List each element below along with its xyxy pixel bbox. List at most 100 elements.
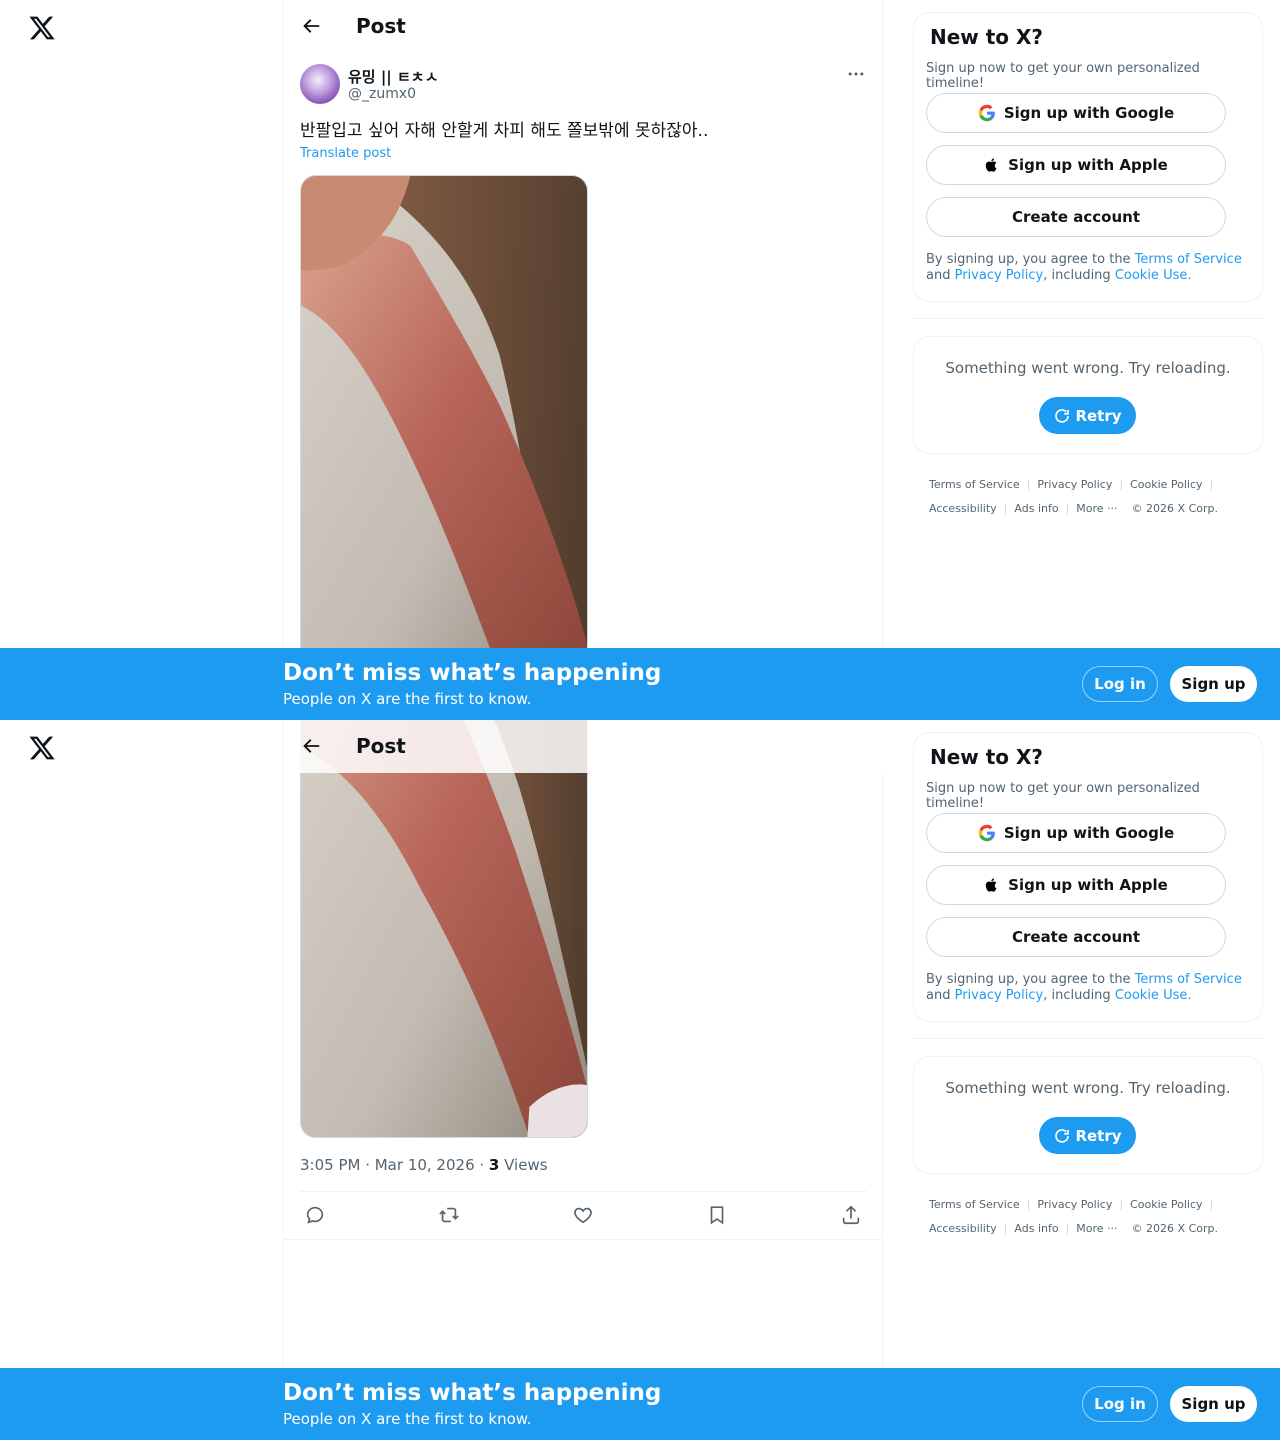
footer-ads-info[interactable]: Ads info (1014, 502, 1058, 515)
signup-google-label: Sign up with Google (1003, 104, 1175, 122)
refresh-icon (1055, 1128, 1070, 1143)
signup-google-button[interactable]: Sign up with Google (926, 813, 1226, 853)
banner-subtitle: People on X are the first to know. (283, 1410, 532, 1428)
cookie-use-link[interactable]: Cookie Use (1115, 988, 1188, 1003)
create-account-button[interactable]: Create account (926, 917, 1226, 957)
retry-label: Retry (1075, 406, 1122, 425)
footer-more[interactable]: More ··· (1076, 502, 1117, 515)
reply-icon[interactable] (304, 1204, 326, 1226)
error-message: Something went wrong. Try reloading. (945, 359, 1231, 377)
banner-title: Don’t miss what’s happening (283, 1380, 662, 1406)
avatar[interactable] (300, 64, 340, 104)
user-handle[interactable]: @_zumx0 (348, 86, 416, 102)
error-card: Something went wrong. Try reloading. Ret… (913, 1056, 1263, 1174)
apple-icon (985, 158, 997, 172)
bookmark-icon[interactable] (706, 1204, 728, 1226)
footer-copyright: © 2026 X Corp. (1131, 1222, 1218, 1235)
error-card: Something went wrong. Try reloading. Ret… (913, 336, 1263, 454)
primary-column: Post 3:05 PM · Mar 10, 2026 · 3 Views (283, 720, 883, 1440)
post-photo[interactable] (300, 175, 588, 675)
banner-subtitle: People on X are the first to know. (283, 690, 532, 708)
legal-text: By signing up, you agree to the Terms of… (926, 252, 1256, 284)
new-to-x-card: New to X? Sign up now to get your own pe… (913, 12, 1263, 302)
views-label: Views (499, 1156, 548, 1174)
footer-accessibility[interactable]: Accessibility (929, 502, 997, 515)
post-metadata: 3:05 PM · Mar 10, 2026 · 3 Views (300, 1156, 548, 1174)
primary-column: Post 유밍 || ㅌㅊㅅ @_zumx0 반팔입고 싶어 자해 안할게 차피… (283, 0, 883, 720)
retry-button[interactable]: Retry (1039, 1117, 1136, 1154)
page-title: Post (356, 14, 406, 38)
post-photo[interactable] (300, 720, 588, 1138)
signup-card-title: New to X? (930, 745, 1044, 769)
signup-card-subtitle: Sign up now to get your own personalized… (926, 781, 1200, 811)
bottom-signup-banner: Don’t miss what’s happening People on X … (0, 648, 1280, 720)
x-logo-icon[interactable] (28, 14, 56, 42)
legal-end: . (1187, 988, 1192, 1003)
legal-and: and (926, 268, 955, 283)
screen-frame-bottom: Post 3:05 PM · Mar 10, 2026 · 3 Views Ne… (0, 720, 1280, 1440)
legal-text: By signing up, you agree to the Terms of… (926, 972, 1256, 1004)
retry-button[interactable]: Retry (1039, 397, 1136, 434)
photo-content (301, 720, 587, 1137)
new-to-x-card: New to X? Sign up now to get your own pe… (913, 732, 1263, 1022)
share-icon[interactable] (840, 1204, 862, 1226)
signup-apple-button[interactable]: Sign up with Apple (926, 865, 1226, 905)
translate-post-link[interactable]: Translate post (300, 146, 391, 161)
repost-icon[interactable] (438, 1204, 460, 1226)
divider (284, 1239, 883, 1240)
legal-end: . (1187, 268, 1192, 283)
back-arrow-icon[interactable] (300, 15, 322, 37)
footer-ads-info[interactable]: Ads info (1014, 1222, 1058, 1235)
signup-button[interactable]: Sign up (1170, 1386, 1257, 1422)
footer-terms[interactable]: Terms of Service (929, 478, 1020, 491)
legal-including: , including (1043, 268, 1115, 283)
signup-google-label: Sign up with Google (1003, 824, 1175, 842)
footer-links: Terms of Service | Privacy Policy | Cookie P… (929, 478, 1218, 515)
footer-copyright: © 2026 X Corp. (1131, 502, 1218, 515)
footer-terms[interactable]: Terms of Service (929, 1198, 1020, 1211)
signup-apple-label: Sign up with Apple (1008, 156, 1168, 174)
post-header: Post (284, 720, 883, 773)
banner-title: Don’t miss what’s happening (283, 660, 662, 686)
footer-privacy[interactable]: Privacy Policy (1037, 1198, 1112, 1211)
signup-google-button[interactable]: Sign up with Google (926, 93, 1226, 133)
retry-label: Retry (1075, 1126, 1122, 1145)
footer-accessibility[interactable]: Accessibility (929, 1222, 997, 1235)
apple-icon (985, 878, 997, 892)
sidebar-divider (913, 318, 1263, 319)
login-button[interactable]: Log in (1082, 1386, 1158, 1422)
user-name[interactable]: 유밍 || ㅌㅊㅅ (348, 66, 438, 87)
post-header: Post (284, 0, 883, 53)
legal-including: , including (1043, 988, 1115, 1003)
page-title: Post (356, 734, 406, 758)
signup-card-subtitle: Sign up now to get your own personalized… (926, 61, 1200, 91)
legal-prefix: By signing up, you agree to the (926, 972, 1135, 987)
login-button[interactable]: Log in (1082, 666, 1158, 702)
terms-link[interactable]: Terms of Service (1135, 252, 1242, 267)
footer-privacy[interactable]: Privacy Policy (1037, 478, 1112, 491)
footer-links: Terms of Service | Privacy Policy | Cookie P… (929, 1198, 1218, 1235)
bottom-signup-banner: Don’t miss what’s happening People on X … (0, 1368, 1280, 1440)
cookie-use-link[interactable]: Cookie Use (1115, 268, 1188, 283)
legal-prefix: By signing up, you agree to the (926, 252, 1135, 267)
photo-content (301, 176, 587, 674)
signup-apple-button[interactable]: Sign up with Apple (926, 145, 1226, 185)
create-account-button[interactable]: Create account (926, 197, 1226, 237)
post-text: 반팔입고 싶어 자해 안할게 차피 해도 쫄보밖에 못하잖아.. (300, 121, 709, 141)
terms-link[interactable]: Terms of Service (1135, 972, 1242, 987)
footer-more[interactable]: More ··· (1076, 1222, 1117, 1235)
x-logo-icon[interactable] (28, 734, 56, 762)
more-options-icon[interactable] (846, 64, 866, 84)
screen-frame-top: Post 유밍 || ㅌㅊㅅ @_zumx0 반팔입고 싶어 자해 안할게 차피… (0, 0, 1280, 720)
post-timestamp[interactable]: 3:05 PM · Mar 10, 2026 · (300, 1156, 489, 1174)
back-arrow-icon[interactable] (300, 735, 322, 757)
footer-cookie[interactable]: Cookie Policy (1130, 478, 1202, 491)
privacy-link[interactable]: Privacy Policy (955, 268, 1044, 283)
legal-and: and (926, 988, 955, 1003)
footer-cookie[interactable]: Cookie Policy (1130, 1198, 1202, 1211)
signup-button[interactable]: Sign up (1170, 666, 1257, 702)
privacy-link[interactable]: Privacy Policy (955, 988, 1044, 1003)
sidebar-divider (913, 1038, 1263, 1039)
google-icon (978, 824, 995, 842)
like-icon[interactable] (572, 1204, 594, 1226)
